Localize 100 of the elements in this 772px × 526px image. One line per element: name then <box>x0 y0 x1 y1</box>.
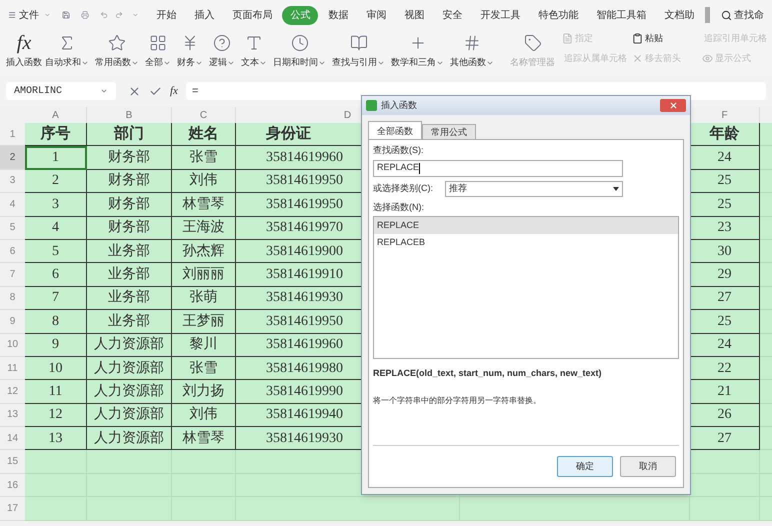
table-cell-text: 1 <box>52 149 59 168</box>
column-header[interactable]: D <box>344 108 352 122</box>
table-cell-text: 35814619960 <box>266 336 343 354</box>
ribbon-small-button[interactable]: 粘贴 <box>632 32 696 46</box>
table-cell-text: 林雪琴 <box>182 196 224 214</box>
function-icon <box>463 34 481 52</box>
ribbon-button[interactable]: 逻辑 <box>206 30 238 70</box>
insert-function-button[interactable]: fx 插入函数 <box>6 30 42 70</box>
search-function-field[interactable]: REPLACE <box>373 160 623 176</box>
table-cell-text: 27 <box>718 289 732 308</box>
ribbon-tab[interactable]: 智能工具箱 <box>588 6 654 24</box>
column-header[interactable]: A <box>52 108 59 122</box>
table-cell-text: 张雪 <box>190 360 218 378</box>
table-cell-text: 24 <box>718 336 732 354</box>
dialog-button[interactable]: 取消 <box>620 456 676 477</box>
row-header[interactable]: 2 <box>0 146 25 170</box>
table-cell-text: 人力资源部 <box>94 336 164 354</box>
dialog-tab[interactable]: 全部函数 <box>368 121 422 139</box>
field-label: 查找函数(S): <box>373 144 424 157</box>
empty-cell[interactable] <box>172 450 236 474</box>
table-cell-text: 30 <box>718 242 732 261</box>
category-select[interactable]: 推荐 <box>445 180 623 196</box>
close-button[interactable] <box>660 99 686 112</box>
empty-cell[interactable] <box>460 497 690 521</box>
table-cell-text: 25 <box>718 196 732 214</box>
table-cell-text: 财务部 <box>108 196 150 214</box>
column-header[interactable]: B <box>126 108 132 122</box>
table-cell-text: 35814619940 <box>266 406 343 424</box>
table-cell-text: 刘伟 <box>190 171 218 190</box>
function-icon <box>524 34 542 52</box>
table-cell-text: 35814619950 <box>266 312 343 331</box>
empty-cell[interactable] <box>87 497 172 521</box>
table-cell-text: 13 <box>48 430 62 448</box>
empty-cell[interactable] <box>236 497 460 521</box>
table-cell-text: 王海波 <box>182 218 224 238</box>
table-cell-text: 人力资源部 <box>94 360 164 378</box>
cancel-icon[interactable] <box>128 84 141 98</box>
table-cell-text: 业务部 <box>108 266 150 284</box>
save-icon[interactable] <box>62 9 70 21</box>
caret-icon <box>613 186 619 190</box>
table-cell-text: 财务部 <box>108 218 150 238</box>
ribbon-button[interactable]: 查找与引用 <box>329 30 388 70</box>
table-cell-text: 35814619970 <box>266 219 343 238</box>
table-cell-text: 财务部 <box>108 172 150 190</box>
function-icon <box>213 34 231 52</box>
ribbon-tab[interactable]: 页面布局 <box>224 6 280 24</box>
search-field[interactable]: 查找命 <box>721 8 764 22</box>
function-icon <box>290 34 308 52</box>
dialog-button[interactable]: 确定 <box>557 456 613 477</box>
ribbon-tab[interactable]: 审阅 <box>358 6 394 24</box>
column-heading: 姓名 <box>188 124 218 144</box>
ribbon-tab[interactable]: 开发工具 <box>472 6 528 24</box>
file-menu[interactable]: 文件 <box>19 8 40 22</box>
column-header[interactable]: F <box>721 108 728 122</box>
ribbon-tab[interactable]: 安全 <box>434 6 470 24</box>
tab-overflow-indicator[interactable] <box>705 7 710 23</box>
ribbon-tab[interactable]: 视图 <box>396 6 432 24</box>
table-cell-text: 2 <box>52 172 59 190</box>
empty-cell[interactable] <box>87 450 172 474</box>
table-cell-text: 4 <box>52 219 59 238</box>
column-header[interactable]: C <box>200 108 208 122</box>
ribbon-tab[interactable]: 开始 <box>148 6 184 24</box>
ribbon-button[interactable]: 数学和三角 <box>388 30 447 70</box>
table-cell-text: 张萌 <box>190 288 218 308</box>
ribbon-button[interactable]: 日期和时间 <box>270 30 329 70</box>
ribbon-button[interactable]: 文本 <box>238 30 270 70</box>
dialog-title: 插入函数 <box>381 98 417 112</box>
table-cell-text: 8 <box>52 312 59 331</box>
table-cell-text: 23 <box>718 219 732 238</box>
check-icon[interactable] <box>149 84 162 98</box>
ribbon-tab[interactable]: 插入 <box>186 6 222 24</box>
ribbon-tab[interactable]: 文档助 <box>656 6 702 24</box>
ribbon-button[interactable]: 财务 <box>174 30 206 70</box>
name-box[interactable]: AMORLINC <box>6 82 116 100</box>
redo-icon[interactable] <box>115 9 124 21</box>
undo-icon[interactable] <box>100 9 108 21</box>
function-list-item[interactable]: REPLACE <box>374 217 678 234</box>
table-cell-text: 35814619950 <box>266 172 343 190</box>
column-heading: 身份证 <box>266 124 311 144</box>
function-signature: REPLACE(old_text, start_num, num_chars, new_text) <box>373 367 603 380</box>
table-cell-text: 王梦丽 <box>182 312 224 331</box>
column-heading: 序号 <box>40 124 70 144</box>
table-cell-text: 刘丽丽 <box>182 265 224 284</box>
empty-cell[interactable] <box>690 497 760 521</box>
function-icon <box>350 34 368 52</box>
ribbon-button[interactable]: 常用函数 <box>92 30 142 70</box>
table-cell-text: 27 <box>718 430 732 448</box>
ribbon-button[interactable]: 全部 <box>142 30 174 70</box>
table-cell-text: 5 <box>52 242 59 261</box>
function-list-item[interactable]: REPLACEB <box>374 234 678 251</box>
dialog-tab[interactable]: 常用公式 <box>422 124 476 139</box>
ribbon-button[interactable]: 自动求和 <box>42 30 92 70</box>
print-icon[interactable] <box>81 9 90 21</box>
search-icon <box>721 10 732 20</box>
empty-cell[interactable] <box>172 497 236 521</box>
ribbon-tab[interactable]: 数据 <box>320 6 356 24</box>
ribbon-button[interactable]: 其他函数 <box>447 30 497 70</box>
table-cell-text: 孙杰辉 <box>182 242 224 261</box>
ribbon-tab[interactable]: 特色功能 <box>530 6 586 24</box>
table-cell-text: 35814619930 <box>266 430 343 448</box>
